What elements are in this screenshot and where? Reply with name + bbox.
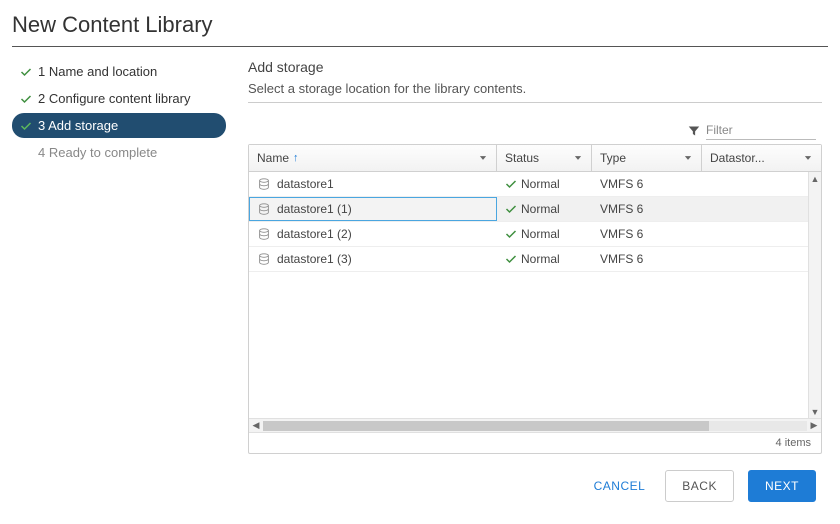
grid-footer-count: 4 items bbox=[249, 432, 821, 453]
check-icon bbox=[20, 66, 32, 78]
datastore-icon bbox=[257, 227, 271, 241]
cell-type: VMFS 6 bbox=[600, 252, 643, 266]
cell-type: VMFS 6 bbox=[600, 202, 643, 216]
cell-status: Normal bbox=[521, 252, 560, 266]
cell-name: datastore1 (1) bbox=[277, 202, 352, 216]
chevron-down-icon[interactable] bbox=[803, 153, 813, 163]
filter-input[interactable] bbox=[706, 121, 816, 140]
table-row[interactable]: datastore1 (1) Normal VMFS 6 bbox=[249, 197, 808, 222]
check-icon bbox=[20, 93, 32, 105]
check-icon bbox=[505, 228, 517, 240]
column-header-datastore[interactable]: Datastor... bbox=[702, 145, 821, 171]
section-heading: Add storage bbox=[248, 59, 822, 75]
step-add-storage[interactable]: 3 Add storage bbox=[12, 113, 226, 138]
vertical-scrollbar[interactable]: ▲ ▼ bbox=[808, 172, 821, 418]
cell-name: datastore1 (3) bbox=[277, 252, 352, 266]
check-icon bbox=[505, 203, 517, 215]
datastore-icon bbox=[257, 177, 271, 191]
scroll-right-icon[interactable]: ▶ bbox=[807, 419, 821, 433]
wizard-title: New Content Library bbox=[12, 10, 828, 46]
check-icon bbox=[20, 120, 32, 132]
datastore-grid: Name ↑ Status Type bbox=[248, 144, 822, 454]
scroll-thumb[interactable] bbox=[263, 421, 709, 431]
step-label: 4 Ready to complete bbox=[38, 145, 157, 160]
check-icon bbox=[505, 178, 517, 190]
datastore-icon bbox=[257, 252, 271, 266]
horizontal-scrollbar[interactable]: ◀ ▶ bbox=[249, 418, 821, 432]
cell-type: VMFS 6 bbox=[600, 227, 643, 241]
chevron-down-icon[interactable] bbox=[478, 153, 488, 163]
cell-type: VMFS 6 bbox=[600, 177, 643, 191]
datastore-icon bbox=[257, 202, 271, 216]
scroll-down-icon[interactable]: ▼ bbox=[809, 405, 821, 418]
cancel-button[interactable]: CANCEL bbox=[588, 471, 652, 501]
table-row[interactable]: datastore1 Normal VMFS 6 bbox=[249, 172, 808, 197]
table-row[interactable]: datastore1 (3) Normal VMFS 6 bbox=[249, 247, 808, 272]
cell-name: datastore1 (2) bbox=[277, 227, 352, 241]
back-button[interactable]: BACK bbox=[665, 470, 734, 502]
column-header-name[interactable]: Name ↑ bbox=[249, 145, 497, 171]
column-label: Status bbox=[505, 151, 539, 165]
check-icon bbox=[505, 253, 517, 265]
step-name-and-location[interactable]: 1 Name and location bbox=[12, 59, 226, 84]
check-icon bbox=[20, 147, 32, 159]
grid-header: Name ↑ Status Type bbox=[249, 145, 821, 172]
step-label: 2 Configure content library bbox=[38, 91, 190, 106]
column-header-type[interactable]: Type bbox=[592, 145, 702, 171]
step-ready-to-complete: 4 Ready to complete bbox=[12, 140, 226, 165]
filter-icon[interactable] bbox=[688, 125, 700, 137]
chevron-down-icon[interactable] bbox=[573, 153, 583, 163]
cell-name: datastore1 bbox=[277, 177, 334, 191]
column-label: Datastor... bbox=[710, 151, 765, 165]
table-row[interactable]: datastore1 (2) Normal VMFS 6 bbox=[249, 222, 808, 247]
column-label: Name bbox=[257, 151, 289, 165]
section-description: Select a storage location for the librar… bbox=[248, 81, 822, 96]
cell-status: Normal bbox=[521, 177, 560, 191]
cell-status: Normal bbox=[521, 202, 560, 216]
step-label: 3 Add storage bbox=[38, 118, 118, 133]
step-label: 1 Name and location bbox=[38, 64, 157, 79]
next-button[interactable]: NEXT bbox=[748, 470, 816, 502]
scroll-track[interactable] bbox=[263, 421, 807, 431]
chevron-down-icon[interactable] bbox=[683, 153, 693, 163]
column-label: Type bbox=[600, 151, 626, 165]
title-rule bbox=[12, 46, 828, 47]
wizard-steps-sidebar: 1 Name and location 2 Configure content … bbox=[12, 59, 226, 510]
step-configure-content-library[interactable]: 2 Configure content library bbox=[12, 86, 226, 111]
cell-status: Normal bbox=[521, 227, 560, 241]
column-header-status[interactable]: Status bbox=[497, 145, 592, 171]
scroll-left-icon[interactable]: ◀ bbox=[249, 419, 263, 433]
sort-ascending-icon: ↑ bbox=[293, 152, 299, 164]
scroll-up-icon[interactable]: ▲ bbox=[809, 172, 821, 185]
section-rule bbox=[248, 102, 822, 103]
